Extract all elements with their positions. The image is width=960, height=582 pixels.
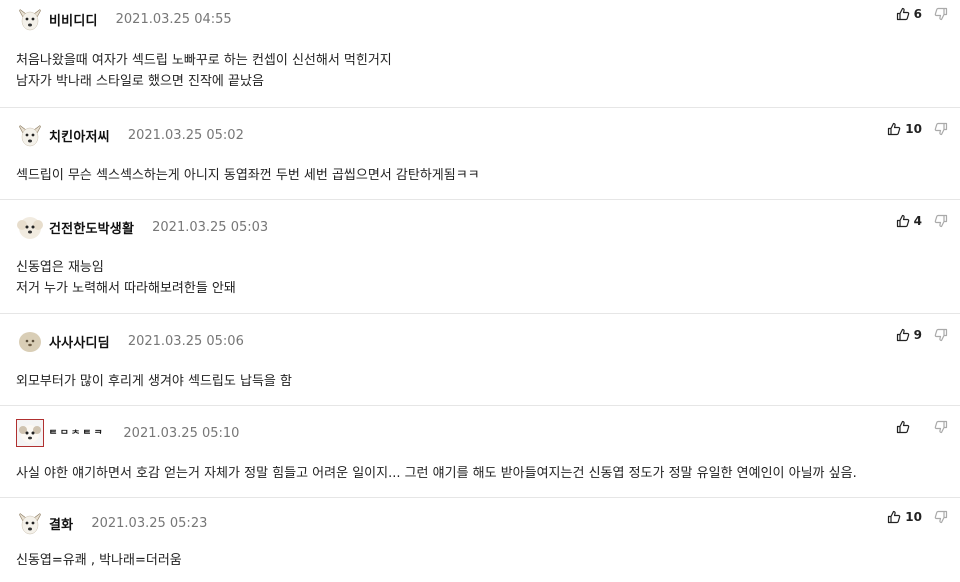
comment-item: ᄐᄆᄎᄐᄏ 2021.03.25 05:10 사실 야한 얘기하면서 호감 얻는… (0, 406, 960, 498)
like-count: 4 (913, 214, 922, 228)
nickname[interactable]: ᄐᄆᄎᄐᄏ (49, 427, 105, 440)
thumbs-down-icon (934, 214, 948, 228)
avatar[interactable] (16, 121, 44, 149)
comment-item: 비비디디 2021.03.25 04:55 6 처음나왔을때 여자가 섹드립 노… (0, 0, 960, 108)
like-count: 9 (913, 328, 922, 342)
like-count: 10 (905, 122, 922, 136)
comment-text-line: 저거 누가 노력해서 따라해보려한들 안돼 (16, 281, 236, 296)
comment-list: 비비디디 2021.03.25 04:55 6 처음나왔을때 여자가 섹드립 노… (0, 0, 960, 582)
comment-text-line: 섹드립이 무슨 섹스섹스하는게 아니지 동엽좌껀 두번 세번 곱씹으면서 감탄하… (16, 168, 480, 183)
thumbs-down-icon (934, 420, 948, 434)
comment-text-line: 남자가 박나래 스타일로 했으면 진작에 끝났음 (16, 74, 264, 89)
comment-date: 2021.03.25 05:06 (127, 333, 244, 349)
thumbs-down-icon (934, 7, 948, 21)
avatar[interactable] (16, 213, 44, 241)
thumbs-up-icon (896, 214, 910, 228)
avatar[interactable] (16, 5, 44, 33)
nickname[interactable]: 치킨아저씨 (49, 126, 110, 145)
comment-date: 2021.03.25 05:03 (152, 219, 269, 235)
comment-text-line: 신동엽=유쾌 , 박나래=더러움 (16, 553, 182, 568)
nickname[interactable]: 비비디디 (49, 10, 98, 29)
avatar[interactable] (16, 327, 44, 355)
dislike-button[interactable] (934, 7, 948, 21)
dislike-button[interactable] (934, 328, 948, 342)
like-count: 6 (913, 7, 922, 21)
thumbs-up-icon (896, 420, 910, 434)
like-count: 10 (905, 510, 922, 524)
comment-item: 치킨아저씨 2021.03.25 05:02 10 섹드립이 무슨 섹스섹스하는… (0, 108, 960, 200)
comment-date: 2021.03.25 05:02 (127, 127, 244, 143)
nickname[interactable]: 결화 (49, 514, 73, 533)
comment-date: 2021.03.25 05:23 (91, 515, 208, 531)
thumbs-up-icon (896, 7, 910, 21)
thumbs-up-icon (887, 510, 901, 524)
dislike-button[interactable] (934, 122, 948, 136)
like-button[interactable]: 9 (896, 328, 922, 342)
avatar[interactable] (16, 509, 44, 537)
like-button[interactable]: 6 (896, 7, 922, 21)
dislike-button[interactable] (934, 420, 948, 434)
thumbs-up-icon (896, 328, 910, 342)
comment-item: 건전한도박생활 2021.03.25 05:03 4 신동엽은 재능임 저거 누… (0, 200, 960, 314)
comment-item: 사사사디딤 2021.03.25 05:06 9 외모부터가 많이 후리게 생겨… (0, 314, 960, 406)
like-button[interactable]: 10 (887, 122, 922, 136)
thumbs-down-icon (934, 328, 948, 342)
dislike-button[interactable] (934, 510, 948, 524)
comment-text-line: 신동엽은 재능임 (16, 260, 104, 275)
thumbs-down-icon (934, 510, 948, 524)
nickname[interactable]: 사사사디딤 (49, 332, 110, 351)
dislike-button[interactable] (934, 214, 948, 228)
comment-text-line: 외모부터가 많이 후리게 생겨야 섹드립도 납득을 함 (16, 374, 292, 389)
nickname[interactable]: 건전한도박생활 (49, 218, 134, 237)
like-button[interactable]: 10 (887, 510, 922, 524)
like-button[interactable] (896, 420, 922, 434)
comment-item: 결화 2021.03.25 05:23 10 신동엽=유쾌 , 박나래=더러움 (0, 498, 960, 582)
comment-text-line: 처음나왔을때 여자가 섹드립 노빠꾸로 하는 컨셉이 신선해서 먹힌거지 (16, 53, 392, 68)
comment-text-line: 사실 야한 얘기하면서 호감 얻는거 자체가 정말 힘들고 어려운 일이지...… (16, 466, 857, 481)
comment-date: 2021.03.25 04:55 (115, 11, 232, 27)
avatar[interactable] (16, 419, 44, 447)
like-button[interactable]: 4 (896, 214, 922, 228)
comment-date: 2021.03.25 05:10 (123, 425, 240, 441)
thumbs-down-icon (934, 122, 948, 136)
thumbs-up-icon (887, 122, 901, 136)
